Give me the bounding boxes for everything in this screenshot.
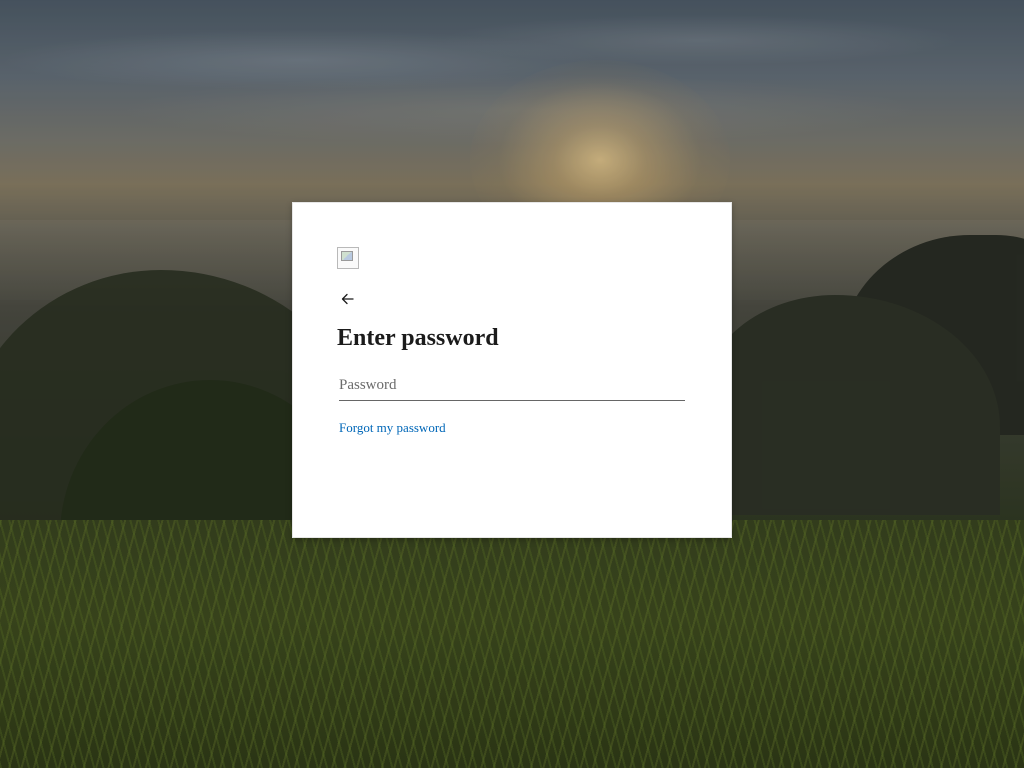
page-title: Enter password (337, 325, 499, 351)
signin-card: Enter password Forgot my password (292, 202, 732, 538)
password-input[interactable] (339, 371, 685, 401)
forgot-password-link[interactable]: Forgot my password (339, 420, 446, 436)
back-button[interactable] (337, 289, 359, 309)
arrow-left-icon (337, 289, 359, 309)
broken-image-icon (337, 247, 359, 269)
